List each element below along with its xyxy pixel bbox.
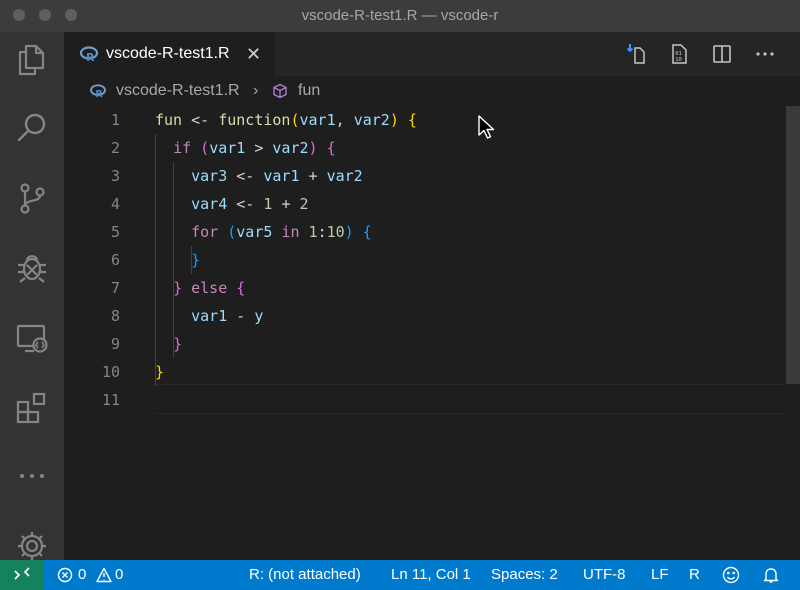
code-text: if (var1 > var2) {	[173, 139, 336, 157]
code-text: fun <- function(var1, var2) {	[155, 111, 417, 129]
line-number: 2	[110, 139, 120, 157]
code-line: 6 }	[64, 246, 784, 274]
extensions-icon[interactable]	[14, 390, 50, 426]
feedback-smiley-icon[interactable]	[722, 566, 740, 584]
error-icon[interactable]	[57, 567, 73, 583]
breadcrumb-file[interactable]: vscode-R-test1.R	[116, 76, 240, 106]
code-text: }	[173, 335, 183, 353]
code-line: 2 if (var1 > var2) {	[64, 134, 784, 162]
more-icon[interactable]	[14, 458, 50, 494]
cursor-position[interactable]: Ln 11, Col 1	[391, 560, 471, 590]
line-number: 6	[110, 251, 120, 269]
end-of-line[interactable]: LF	[651, 560, 669, 590]
line-number: 4	[110, 195, 120, 213]
code-text: }	[191, 251, 201, 269]
line-number: 7	[110, 279, 120, 297]
code-line: 10 }	[64, 358, 784, 386]
line-number: 1	[110, 111, 120, 129]
source-control-icon[interactable]	[14, 180, 50, 216]
line-number: 3	[110, 167, 120, 185]
code-text: var3 <- var1 + var2	[191, 167, 363, 185]
language-mode[interactable]: R	[689, 560, 700, 590]
code-line: 5 for (var5 in 1:10) {	[64, 218, 784, 246]
indentation-setting[interactable]: Spaces: 2	[491, 560, 558, 590]
split-editor-icon[interactable]	[710, 42, 734, 66]
vscode-window: vscode-R-test1.R — vscode-r R vscode-R-t…	[0, 0, 800, 590]
breadcrumb-symbol[interactable]: fun	[298, 76, 320, 106]
line-number: 9	[110, 335, 120, 353]
warning-count[interactable]: 0	[115, 560, 123, 590]
code-line: 11	[64, 386, 784, 414]
svg-text:R: R	[86, 51, 95, 62]
r-file-icon: R	[90, 84, 106, 100]
code-text: var4 <- 1 + 2	[191, 195, 309, 213]
settings-gear-icon[interactable]	[14, 526, 50, 562]
breadcrumb-separator: ›	[253, 82, 259, 99]
svg-text:R: R	[95, 89, 103, 98]
mouse-pointer-icon	[477, 115, 497, 141]
title-bar: vscode-R-test1.R — vscode-r	[0, 0, 800, 33]
explorer-icon[interactable]	[14, 42, 50, 78]
line-number: 10	[101, 363, 120, 381]
code-line: 8 var1 - y	[64, 302, 784, 330]
code-text: for (var5 in 1:10) {	[191, 223, 372, 241]
remote-explorer-icon[interactable]	[14, 320, 50, 356]
code-text: var1 - y	[191, 307, 264, 325]
activity-bar	[0, 32, 64, 560]
more-actions-icon[interactable]	[753, 42, 777, 66]
vertical-scrollbar[interactable]	[784, 106, 800, 560]
tab-bar: R vscode-R-test1.R ✕ 01 10	[64, 32, 800, 76]
file-encoding[interactable]: UTF-8	[583, 560, 626, 590]
status-bar: 0 0 R: (not attached) Ln 11, Col 1 Space…	[0, 560, 800, 590]
code-editor[interactable]: 1 fun <- function(var1, var2) { 2 if (va…	[64, 106, 800, 560]
warning-icon[interactable]	[96, 567, 112, 583]
code-text: }	[155, 363, 165, 381]
line-number: 11	[101, 391, 120, 409]
r-file-icon: R	[79, 46, 99, 64]
code-line: 9 }	[64, 330, 784, 358]
window-title: vscode-R-test1.R — vscode-r	[301, 7, 499, 24]
search-icon[interactable]	[14, 110, 50, 146]
breadcrumb: R vscode-R-test1.R › fun	[64, 76, 800, 106]
debug-icon[interactable]	[14, 248, 50, 284]
binary-file-icon[interactable]: 01 10	[667, 42, 691, 66]
run-source-icon[interactable]	[626, 42, 650, 66]
tab-vscode-r-test1[interactable]: R vscode-R-test1.R ✕	[64, 32, 274, 76]
svg-text:10: 10	[675, 57, 682, 63]
tab-label: vscode-R-test1.R	[106, 45, 230, 62]
code-text: } else {	[173, 279, 246, 297]
notifications-bell-icon[interactable]	[762, 566, 780, 584]
code-line: 3 var3 <- var1 + var2	[64, 162, 784, 190]
error-count[interactable]: 0	[78, 560, 86, 590]
code-line: 7 } else {	[64, 274, 784, 302]
code-line: 4 var4 <- 1 + 2	[64, 190, 784, 218]
code-line: 1 fun <- function(var1, var2) {	[64, 106, 784, 134]
tab-close-icon[interactable]: ✕	[246, 32, 261, 76]
line-number: 8	[110, 307, 120, 325]
symbol-function-icon	[272, 83, 288, 99]
scrollbar-thumb[interactable]	[786, 106, 800, 384]
remote-indicator[interactable]	[0, 560, 44, 590]
line-number: 5	[110, 223, 120, 241]
r-session-status[interactable]: R: (not attached)	[249, 560, 361, 590]
